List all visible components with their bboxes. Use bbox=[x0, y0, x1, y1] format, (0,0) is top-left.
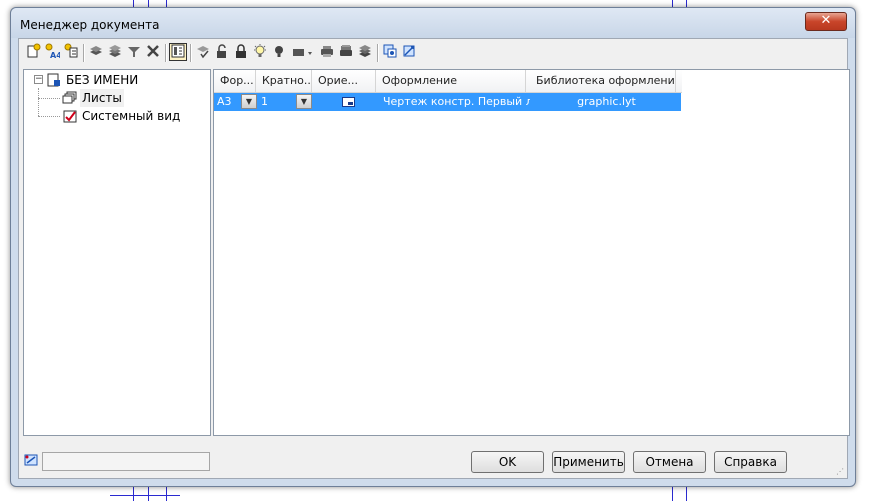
apply-button[interactable]: Применить bbox=[552, 451, 625, 473]
table-row[interactable]: A3 ▼ 1 ▼ Чертеж констр. Первый ли graphi… bbox=[214, 93, 681, 111]
document-icon bbox=[46, 72, 62, 88]
document-tree: − БЕЗ ИМЕНИ Листы Системный вид bbox=[23, 69, 211, 436]
column-header-orientation[interactable]: Орие... bbox=[312, 70, 376, 92]
ok-button[interactable]: OK bbox=[471, 451, 544, 473]
tree-connector bbox=[38, 98, 60, 99]
document-manager-window: Менеджер документа ✕ A4 − БЕЗ ИМЕНИ Лист… bbox=[10, 7, 856, 487]
column-header-library[interactable]: Библиотека оформлений bbox=[526, 70, 676, 92]
filter-icon[interactable] bbox=[125, 43, 143, 61]
close-button[interactable]: ✕ bbox=[805, 12, 847, 31]
bulb-off-icon[interactable] bbox=[270, 43, 288, 61]
tree-connector bbox=[38, 116, 60, 117]
design-cell[interactable]: Чертеж констр. Первый ли bbox=[380, 93, 530, 111]
tree-node-label: Системный вид bbox=[82, 109, 181, 123]
tree-node-label: Листы bbox=[80, 89, 124, 107]
help-button[interactable]: Справка bbox=[714, 451, 787, 473]
tree-node-sheets[interactable]: Листы bbox=[62, 89, 202, 107]
svg-text:A4: A4 bbox=[50, 51, 60, 59]
toolbar-separator bbox=[165, 44, 167, 62]
column-header-multiplicity[interactable]: Кратно... bbox=[256, 70, 312, 92]
background-line bbox=[148, 486, 149, 501]
multiplicity-dropdown-button[interactable]: ▼ bbox=[296, 94, 312, 109]
toolbar-separator bbox=[83, 44, 85, 62]
view-icon[interactable] bbox=[381, 43, 399, 61]
column-header-design[interactable]: Оформление bbox=[376, 70, 526, 92]
tree-connector bbox=[38, 88, 39, 116]
delete-icon[interactable] bbox=[144, 43, 162, 61]
landscape-orientation-icon bbox=[342, 97, 355, 107]
stack-icon[interactable] bbox=[356, 43, 374, 61]
print-icon[interactable] bbox=[318, 43, 336, 61]
multiplicity-value: 1 bbox=[261, 95, 268, 108]
library-cell[interactable]: graphic.lyt bbox=[530, 93, 680, 111]
tree-node-document[interactable]: БЕЗ ИМЕНИ bbox=[46, 71, 196, 89]
lock-icon[interactable] bbox=[232, 43, 250, 61]
table-header: Фор... Кратно... Орие... Оформление Библ… bbox=[214, 70, 682, 93]
unlock-icon[interactable] bbox=[213, 43, 231, 61]
dialog-client-area: A4 − БЕЗ ИМЕНИ Листы Системный вид Фор..… bbox=[18, 38, 850, 479]
window-title: Менеджер документа bbox=[20, 18, 160, 32]
new-sheet-icon[interactable] bbox=[24, 43, 42, 61]
format-dropdown-button[interactable]: ▼ bbox=[241, 94, 257, 109]
format-value: A3 bbox=[217, 95, 232, 108]
color-icon[interactable] bbox=[290, 43, 316, 61]
tree-node-system-view[interactable]: Системный вид bbox=[62, 107, 202, 125]
cancel-button[interactable]: Отмена bbox=[633, 451, 706, 473]
tree-collapse-toggle[interactable]: − bbox=[34, 75, 43, 84]
properties-icon[interactable] bbox=[169, 43, 187, 61]
toolbar-separator bbox=[377, 44, 379, 62]
layer-icon[interactable] bbox=[87, 43, 105, 61]
resize-grip[interactable]: ⋰ bbox=[836, 467, 846, 477]
toolbar-separator bbox=[190, 44, 192, 62]
orientation-cell[interactable] bbox=[312, 93, 376, 111]
title-bar[interactable]: Менеджер документа ✕ bbox=[11, 8, 855, 38]
sheets-table: Фор... Кратно... Орие... Оформление Библ… bbox=[213, 69, 850, 436]
visibility-icon[interactable] bbox=[194, 43, 212, 61]
status-icon bbox=[23, 452, 39, 468]
background-line bbox=[166, 486, 167, 501]
layers-icon[interactable] bbox=[106, 43, 124, 61]
bulb-on-icon[interactable] bbox=[251, 43, 269, 61]
print-all-icon[interactable] bbox=[337, 43, 355, 61]
background-line bbox=[686, 486, 687, 501]
background-line bbox=[110, 495, 180, 496]
tree-node-label: БЕЗ ИМЕНИ bbox=[66, 73, 139, 87]
toolbar: A4 bbox=[22, 41, 844, 65]
view-settings-icon[interactable] bbox=[400, 43, 418, 61]
sheets-icon bbox=[62, 90, 78, 106]
column-header-format[interactable]: Фор... bbox=[214, 70, 256, 92]
new-view-icon[interactable] bbox=[62, 43, 80, 61]
background-line bbox=[672, 486, 673, 501]
new-sheet-a4-icon[interactable]: A4 bbox=[43, 43, 62, 61]
system-view-icon bbox=[62, 108, 78, 124]
background-line bbox=[133, 486, 134, 501]
status-field bbox=[42, 452, 210, 471]
